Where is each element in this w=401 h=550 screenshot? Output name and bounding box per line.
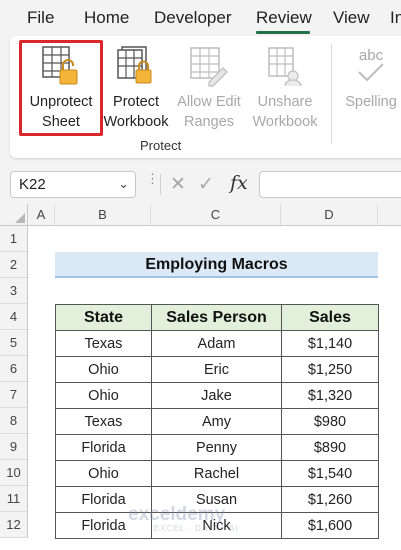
tab-home[interactable]: Home <box>84 8 129 28</box>
row-header-5[interactable]: 5 <box>0 330 28 356</box>
row-header-2[interactable]: 2 <box>0 252 28 278</box>
sales-cell[interactable]: $980 <box>281 408 379 435</box>
formula-bar: K22 ⌄ ⋮ ✕ ✓ fx <box>0 166 401 204</box>
ribbon-group-separator <box>331 44 332 144</box>
unshare-workbook-label-line1: Unshare <box>257 94 313 110</box>
table-row: Ohio Rachel $1,540 <box>55 460 379 487</box>
watermark-brand: exceldemy <box>128 504 226 525</box>
state-cell[interactable]: Texas <box>55 408 152 435</box>
allow-edit-ranges-label-line2: Ranges <box>184 114 234 130</box>
sales-cell[interactable]: $1,250 <box>281 356 379 383</box>
select-all-corner[interactable] <box>0 204 28 226</box>
spelling-icon-text: abc <box>359 47 384 64</box>
allow-edit-ranges-icon <box>190 47 228 87</box>
sales-person-cell[interactable]: Eric <box>151 356 282 383</box>
tab-insert-partial[interactable]: In <box>390 8 401 28</box>
watermark-tagline: EXCEL · DATA · BI <box>154 524 239 533</box>
sales-person-cell[interactable]: Adam <box>151 330 282 357</box>
header-sales[interactable]: Sales <box>281 304 379 331</box>
name-box[interactable]: K22 ⌄ <box>10 171 136 198</box>
row-header-1[interactable]: 1 <box>0 226 28 252</box>
table-row: Florida Penny $890 <box>55 434 379 461</box>
column-header-c[interactable]: C <box>151 204 281 226</box>
row-header-4[interactable]: 4 <box>0 304 28 330</box>
state-cell[interactable]: Ohio <box>55 460 152 487</box>
unprotect-sheet-button[interactable]: Unprotect Sheet <box>24 44 98 132</box>
state-cell[interactable]: Ohio <box>55 382 152 409</box>
sales-cell[interactable]: $890 <box>281 434 379 461</box>
tab-file[interactable]: File <box>27 8 54 28</box>
row-header-9[interactable]: 9 <box>0 434 28 460</box>
column-header-a[interactable]: A <box>28 204 55 226</box>
spelling-button[interactable]: abc Spelling <box>340 44 401 112</box>
table-header-row: State Sales Person Sales <box>55 304 379 331</box>
sales-cell[interactable]: $1,140 <box>281 330 379 357</box>
protect-workbook-label-line1: Protect <box>113 94 159 110</box>
row-header-3[interactable]: 3 <box>0 278 28 304</box>
sales-person-cell[interactable]: Rachel <box>151 460 282 487</box>
active-tab-indicator <box>256 31 310 34</box>
cancel-icon[interactable]: ✕ <box>170 173 186 196</box>
protect-group-label: Protect <box>140 138 182 153</box>
table-row: Texas Amy $980 <box>55 408 379 435</box>
unshare-workbook-button[interactable]: Unshare Workbook <box>248 44 322 132</box>
row-header-11[interactable]: 11 <box>0 486 28 512</box>
insert-function-icon[interactable]: fx <box>230 172 248 194</box>
column-header-b[interactable]: B <box>55 204 151 226</box>
header-state[interactable]: State <box>55 304 152 331</box>
sales-cell[interactable]: $1,540 <box>281 460 379 487</box>
row-header-12[interactable]: 12 <box>0 512 28 538</box>
allow-edit-ranges-label-line1: Allow Edit <box>177 94 241 110</box>
row-header-10[interactable]: 10 <box>0 460 28 486</box>
unprotect-sheet-label-line2: Sheet <box>42 114 80 130</box>
sales-cell[interactable]: $1,320 <box>281 382 379 409</box>
name-box-value: K22 <box>19 176 46 193</box>
sales-person-cell[interactable]: Jake <box>151 382 282 409</box>
drag-handle-icon[interactable]: ⋮ <box>146 172 160 185</box>
column-header-next[interactable] <box>378 204 401 226</box>
exceldemy-watermark-logo: exceldemy EXCEL · DATA · BI <box>128 504 238 533</box>
protect-workbook-label-line2: Workbook <box>103 114 169 130</box>
row-header-6[interactable]: 6 <box>0 356 28 382</box>
ribbon-tab-bar: File Home Developer Review View In <box>0 0 401 34</box>
sales-cell[interactable]: $1,260 <box>281 486 379 513</box>
protect-workbook-button[interactable]: Protect Workbook <box>100 44 172 132</box>
allow-edit-ranges-button[interactable]: Allow Edit Ranges <box>173 44 245 132</box>
sheet-title-cell[interactable]: Employing Macros <box>55 252 378 278</box>
table-row: Texas Adam $1,140 <box>55 330 379 357</box>
table-row: Ohio Jake $1,320 <box>55 382 379 409</box>
row-header-8[interactable]: 8 <box>0 408 28 434</box>
tab-review[interactable]: Review <box>256 8 312 28</box>
unshare-workbook-label-line2: Workbook <box>252 114 318 130</box>
spelling-check-icon: abc <box>358 47 384 82</box>
sales-person-cell[interactable]: Penny <box>151 434 282 461</box>
formula-input[interactable] <box>259 171 401 198</box>
table-row: Ohio Eric $1,250 <box>55 356 379 383</box>
state-cell[interactable]: Texas <box>55 330 152 357</box>
state-cell[interactable]: Florida <box>55 434 152 461</box>
row-header-7[interactable]: 7 <box>0 382 28 408</box>
header-sales-person[interactable]: Sales Person <box>151 304 282 331</box>
column-header-d[interactable]: D <box>281 204 378 226</box>
unprotect-sheet-icon <box>42 46 78 85</box>
sales-cell[interactable]: $1,600 <box>281 512 379 539</box>
chevron-down-icon[interactable]: ⌄ <box>118 176 129 192</box>
unshare-workbook-icon <box>268 47 302 87</box>
spelling-label: Spelling <box>345 94 397 110</box>
tab-developer[interactable]: Developer <box>154 8 232 28</box>
sales-person-cell[interactable]: Amy <box>151 408 282 435</box>
enter-check-icon[interactable]: ✓ <box>198 173 214 196</box>
formula-bar-divider <box>160 174 161 195</box>
unprotect-sheet-label-line1: Unprotect <box>29 94 93 110</box>
worksheet-grid[interactable]: A B C D 1 2 3 4 5 6 7 8 9 10 11 12 Emplo… <box>0 204 401 550</box>
tab-view[interactable]: View <box>333 8 370 28</box>
protect-workbook-icon <box>117 46 152 84</box>
state-cell[interactable]: Ohio <box>55 356 152 383</box>
